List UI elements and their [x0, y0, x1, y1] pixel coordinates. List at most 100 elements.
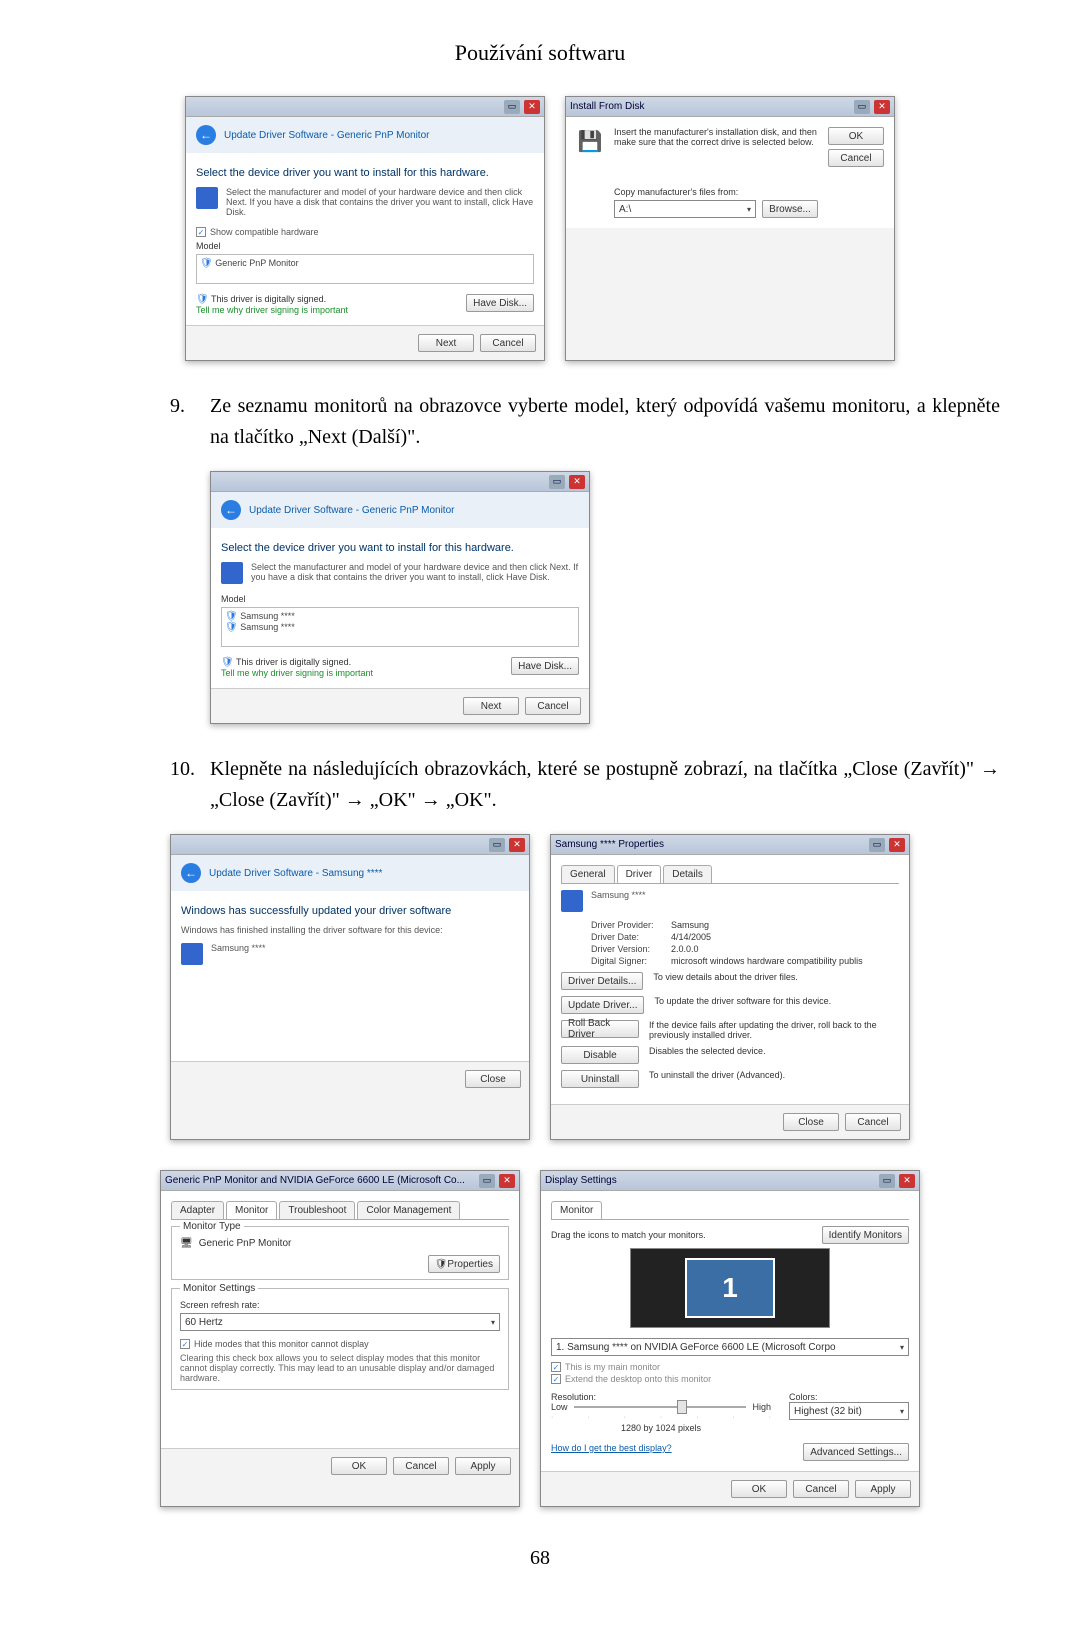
tab-details[interactable]: Details	[663, 865, 712, 883]
tab-monitor[interactable]: Monitor	[551, 1201, 602, 1219]
next-button[interactable]: Next	[418, 334, 474, 352]
signed-label: This driver is digitally signed.	[211, 294, 326, 304]
cancel-button[interactable]: Cancel	[525, 697, 581, 715]
tab-general[interactable]: General	[561, 865, 615, 883]
maximize-icon[interactable]: ▭	[489, 838, 505, 852]
tab-bar: Adapter Monitor Troubleshoot Color Manag…	[171, 1201, 509, 1220]
tab-troubleshoot[interactable]: Troubleshoot	[279, 1201, 355, 1219]
shield-icon: 🛡	[221, 657, 234, 668]
driver-details-button[interactable]: Driver Details...	[561, 972, 643, 990]
maximize-icon[interactable]: ▭	[504, 100, 520, 114]
close-button[interactable]: Close	[465, 1070, 521, 1088]
monitor-arrangement[interactable]: 1	[630, 1248, 830, 1328]
close-icon[interactable]: ✕	[509, 838, 525, 852]
close-button[interactable]: Close	[783, 1113, 839, 1131]
show-compatible-checkbox[interactable]: ✓ Show compatible hardware	[196, 227, 534, 237]
list-item[interactable]: Samsung ****	[240, 622, 295, 632]
back-icon[interactable]: ←	[181, 863, 201, 883]
list-item[interactable]: Generic PnP Monitor	[215, 258, 298, 268]
path-combo[interactable]: A:\ ▾	[614, 200, 756, 218]
maximize-icon[interactable]: ▭	[879, 1174, 895, 1188]
list-item[interactable]: Samsung ****	[240, 611, 295, 621]
have-disk-button[interactable]: Have Disk...	[466, 294, 534, 312]
button-description: To uninstall the driver (Advanced).	[649, 1070, 785, 1080]
uninstall-button[interactable]: Uninstall	[561, 1070, 639, 1088]
label: Driver Version:	[591, 944, 671, 954]
checkbox-label: This is my main monitor	[565, 1362, 660, 1372]
why-signing-link[interactable]: Tell me why driver signing is important	[196, 305, 458, 315]
value: microsoft windows hardware compatibility…	[671, 956, 899, 966]
maximize-icon[interactable]: ▭	[854, 100, 870, 114]
ok-button[interactable]: OK	[731, 1480, 787, 1498]
close-icon[interactable]: ✕	[899, 1174, 915, 1188]
dropdown-icon[interactable]: ▾	[747, 205, 751, 214]
dialog-heading: Select the device driver you want to ins…	[196, 167, 534, 179]
identify-monitors-button[interactable]: Identify Monitors	[822, 1226, 909, 1244]
step-number: 9.	[170, 391, 210, 453]
extend-desktop-checkbox[interactable]: ✓Extend the desktop onto this monitor	[551, 1374, 909, 1384]
ok-button[interactable]: OK	[828, 127, 884, 145]
cancel-button[interactable]: Cancel	[480, 334, 536, 352]
model-list[interactable]: 🛡 Generic PnP Monitor	[196, 254, 534, 284]
browse-button[interactable]: Browse...	[762, 200, 818, 218]
dropdown-icon[interactable]: ▾	[900, 1343, 904, 1352]
apply-button[interactable]: Apply	[855, 1480, 911, 1498]
display-settings-window: Display Settings ▭ ✕ Monitor Drag the ic…	[540, 1170, 920, 1507]
monitor-type-group: Monitor Type 🖥 Generic PnP Monitor 🛡 Pro…	[171, 1226, 509, 1280]
titlebar-text: Generic PnP Monitor and NVIDIA GeForce 6…	[165, 1175, 475, 1186]
colors-combo[interactable]: Highest (32 bit) ▾	[789, 1402, 909, 1420]
apply-button[interactable]: Apply	[455, 1457, 511, 1475]
dropdown-icon[interactable]: ▾	[900, 1407, 904, 1416]
monitor-1[interactable]: 1	[685, 1258, 775, 1318]
maximize-icon[interactable]: ▭	[869, 838, 885, 852]
label: Driver Date:	[591, 932, 671, 942]
button-description: If the device fails after updating the d…	[649, 1020, 899, 1040]
ok-button[interactable]: OK	[331, 1457, 387, 1475]
advanced-settings-button[interactable]: Advanced Settings...	[803, 1443, 909, 1461]
cancel-button[interactable]: Cancel	[845, 1113, 901, 1131]
device-icon	[181, 943, 203, 965]
step-text: Klepněte na následujících obrazovkách, k…	[210, 754, 1000, 816]
breadcrumb: Update Driver Software - Generic PnP Mon…	[224, 130, 429, 141]
best-display-link[interactable]: How do I get the best display?	[551, 1443, 672, 1461]
resolution-slider[interactable]: Low High	[551, 1402, 771, 1412]
refresh-rate-combo[interactable]: 60 Hertz ▾	[180, 1313, 500, 1331]
cancel-button[interactable]: Cancel	[828, 149, 884, 167]
main-monitor-checkbox[interactable]: ✓This is my main monitor	[551, 1362, 909, 1372]
close-icon[interactable]: ✕	[874, 100, 890, 114]
close-icon[interactable]: ✕	[569, 475, 585, 489]
close-icon[interactable]: ✕	[889, 838, 905, 852]
have-disk-button[interactable]: Have Disk...	[511, 657, 579, 675]
why-signing-link[interactable]: Tell me why driver signing is important	[221, 668, 503, 678]
tab-monitor[interactable]: Monitor	[226, 1201, 277, 1219]
hide-modes-checkbox[interactable]: ✓ Hide modes that this monitor cannot di…	[180, 1339, 500, 1349]
monitor-select-combo[interactable]: 1. Samsung **** on NVIDIA GeForce 6600 L…	[551, 1338, 909, 1356]
cancel-button[interactable]: Cancel	[393, 1457, 449, 1475]
monitor-name: Generic PnP Monitor	[199, 1238, 292, 1249]
device-icon	[561, 890, 583, 912]
close-icon[interactable]: ✕	[499, 1174, 515, 1188]
maximize-icon[interactable]: ▭	[549, 475, 565, 489]
close-icon[interactable]: ✕	[524, 100, 540, 114]
model-list[interactable]: 🛡 Samsung **** 🛡 Samsung ****	[221, 607, 579, 647]
slider-high: High	[752, 1402, 771, 1412]
dropdown-icon[interactable]: ▾	[491, 1318, 495, 1327]
button-description: Disables the selected device.	[649, 1046, 766, 1056]
tab-driver[interactable]: Driver	[617, 865, 662, 883]
back-icon[interactable]: ←	[221, 500, 241, 520]
slider-thumb[interactable]	[677, 1400, 687, 1414]
cancel-button[interactable]: Cancel	[793, 1480, 849, 1498]
page-title: Používání softwaru	[80, 40, 1000, 66]
maximize-icon[interactable]: ▭	[479, 1174, 495, 1188]
floppy-icon: 💾	[576, 127, 604, 155]
tab-color-management[interactable]: Color Management	[357, 1201, 460, 1219]
shield-icon: 🛡	[225, 622, 238, 633]
button-description: To update the driver software for this d…	[654, 996, 831, 1006]
rollback-driver-button[interactable]: Roll Back Driver	[561, 1020, 639, 1038]
update-driver-button[interactable]: Update Driver...	[561, 996, 644, 1014]
next-button[interactable]: Next	[463, 697, 519, 715]
properties-button[interactable]: 🛡 Properties	[428, 1255, 500, 1273]
back-icon[interactable]: ←	[196, 125, 216, 145]
disable-button[interactable]: Disable	[561, 1046, 639, 1064]
tab-adapter[interactable]: Adapter	[171, 1201, 224, 1219]
